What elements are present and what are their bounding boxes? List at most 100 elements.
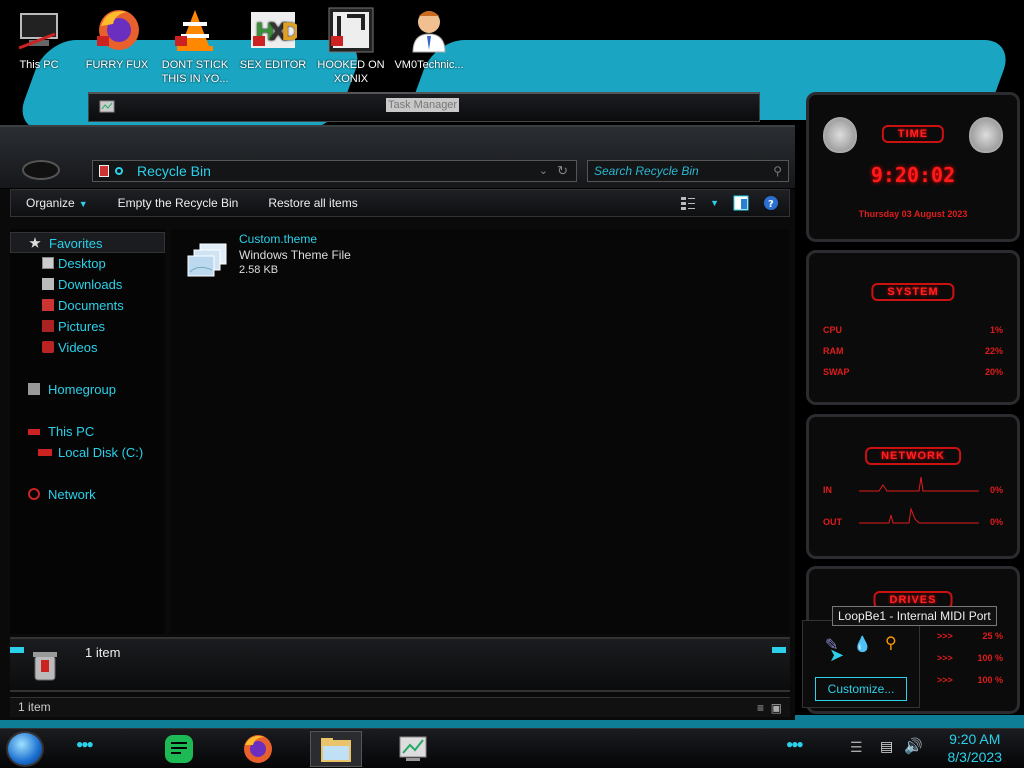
navigation-pane: Favorites Desktop Downloads Documents Pi… bbox=[10, 229, 165, 634]
taskbar: ●●● ●●● ☰ ▤ 🔊 9:20 AM 8/3/2023 bbox=[0, 728, 1024, 768]
nav-pictures[interactable]: Pictures bbox=[10, 316, 165, 337]
nav-label: Homegroup bbox=[48, 382, 116, 397]
taskbar-spotify[interactable] bbox=[155, 731, 205, 767]
drive-row: >>> 100 % bbox=[937, 675, 1003, 685]
nav-label: Local Disk (C:) bbox=[58, 445, 144, 460]
status-bar: 1 item ≡ ▣ bbox=[10, 697, 790, 717]
organize-button[interactable]: Organize ▼ bbox=[11, 189, 103, 217]
network-in-graph bbox=[859, 476, 979, 492]
nav-label: Downloads bbox=[58, 277, 123, 292]
desktop-icon-label: FURRY FUX bbox=[85, 59, 149, 71]
metric-value: 0% bbox=[989, 517, 1003, 527]
file-size: 2.58 KB bbox=[239, 264, 279, 276]
volume-icon[interactable]: 🔊 bbox=[904, 737, 923, 755]
file-item[interactable]: Custom.theme Windows Theme File 2.58 KB bbox=[186, 232, 386, 282]
desktop-icon-vm0[interactable]: VM0Technic... bbox=[390, 6, 468, 72]
nav-desktop[interactable]: Desktop bbox=[10, 253, 165, 274]
desktop-icon-vlc[interactable]: DONT STICK THIS IN YO... bbox=[156, 6, 234, 86]
taskbar-file-explorer[interactable] bbox=[310, 731, 362, 767]
nav-label: Desktop bbox=[58, 256, 106, 271]
time-gadget-title: TIME bbox=[881, 125, 945, 143]
nav-homegroup[interactable]: Homegroup bbox=[10, 379, 165, 400]
empty-recycle-bin-button[interactable]: Empty the Recycle Bin bbox=[103, 189, 254, 217]
metric-label: OUT bbox=[823, 517, 842, 527]
refresh-icon[interactable]: ↻ bbox=[557, 163, 568, 179]
desktop-icon-firefox[interactable]: FURRY FUX bbox=[78, 6, 156, 72]
metric-label: RAM bbox=[823, 346, 844, 356]
nav-back-button[interactable] bbox=[22, 160, 60, 180]
view-options-icon[interactable] bbox=[680, 195, 696, 211]
nav-downloads[interactable]: Downloads bbox=[10, 274, 165, 295]
drive-value: 25 % bbox=[982, 631, 1003, 641]
details-view-icon[interactable]: ≡ bbox=[757, 701, 764, 715]
file-type: Windows Theme File bbox=[239, 248, 351, 262]
nav-documents[interactable]: Documents bbox=[10, 295, 165, 316]
preview-pane-icon[interactable] bbox=[733, 195, 749, 211]
taskbar-clock[interactable]: 9:20 AM 8/3/2023 bbox=[948, 730, 1003, 766]
metric-label: SWAP bbox=[823, 367, 850, 377]
chevron-down-icon[interactable]: ⌄ bbox=[539, 164, 548, 177]
nav-videos[interactable]: Videos bbox=[10, 337, 165, 358]
start-button[interactable] bbox=[6, 731, 44, 767]
drive-arrows: >>> bbox=[937, 675, 953, 685]
help-icon[interactable]: ? bbox=[763, 195, 779, 211]
file-list: Custom.theme Windows Theme File 2.58 KB bbox=[170, 229, 790, 634]
metric-value: 22% bbox=[984, 346, 1003, 356]
alien-head-icon bbox=[969, 117, 1003, 153]
nav-network[interactable]: Network bbox=[10, 484, 165, 505]
network-icon bbox=[28, 488, 40, 500]
taskbar-decoration: ●●● bbox=[76, 737, 94, 751]
time-gadget[interactable]: TIME 9:20:02 Thursday 03 August 2023 bbox=[806, 92, 1020, 242]
metric-value: 0% bbox=[989, 485, 1003, 495]
nav-label: Videos bbox=[58, 340, 98, 355]
desktop-icon-label: This PC bbox=[19, 59, 59, 71]
metric-value: 20% bbox=[984, 367, 1003, 377]
vlc-icon bbox=[171, 6, 219, 54]
network-out-graph bbox=[859, 507, 979, 524]
desktop-icon-hxd[interactable]: HXD SEX EDITOR bbox=[234, 6, 312, 72]
taskbar-decoration: ●●● bbox=[786, 737, 804, 751]
address-bar[interactable]: Recycle Bin ⌄ ↻ bbox=[92, 160, 577, 182]
desktop-icon-xonix[interactable]: HOOKED ON XONIX bbox=[312, 6, 390, 86]
network-status-icon[interactable]: ▤ bbox=[880, 738, 893, 755]
taskbar-task-manager[interactable] bbox=[388, 731, 438, 767]
clock-date: 8/3/2023 bbox=[947, 749, 1003, 765]
nav-this-pc[interactable]: This PC bbox=[10, 421, 165, 442]
customize-button[interactable]: Customize... bbox=[815, 677, 907, 701]
droplet-icon[interactable]: 💧 bbox=[853, 635, 872, 653]
drive-row: >>> 25 % bbox=[937, 631, 1003, 641]
downloads-icon bbox=[42, 278, 54, 290]
nav-local-disk[interactable]: Local Disk (C:) bbox=[10, 442, 165, 463]
search-icon[interactable]: ⚲ bbox=[773, 164, 782, 178]
documents-icon bbox=[42, 299, 54, 311]
system-row-swap: SWAP 20% bbox=[823, 367, 1003, 377]
search-icon[interactable]: ⚲ bbox=[885, 633, 897, 653]
network-gadget[interactable]: NETWORK IN 0% OUT 0% bbox=[806, 414, 1020, 559]
system-row-ram: RAM 22% bbox=[823, 346, 1003, 356]
details-pane: 1 item bbox=[10, 637, 790, 692]
svg-text:?: ? bbox=[768, 199, 774, 210]
action-center-icon[interactable]: ☰ bbox=[850, 739, 863, 756]
chevron-down-icon[interactable]: ▼ bbox=[710, 198, 719, 208]
drive-icon bbox=[38, 449, 52, 456]
drive-value: 100 % bbox=[977, 675, 1003, 685]
window-frame: Recycle Bin ⌄ ↻ Search Recycle Bin ⚲ bbox=[0, 127, 795, 189]
gadget-date: Thursday 03 August 2023 bbox=[858, 209, 968, 219]
location-dot-icon bbox=[115, 167, 123, 175]
recycle-bin-icon bbox=[33, 652, 57, 681]
address-text: Recycle Bin bbox=[137, 163, 211, 179]
system-row-cpu: CPU 1% bbox=[823, 325, 1003, 335]
nav-favorites[interactable]: Favorites bbox=[10, 232, 165, 253]
explorer-window[interactable]: Recycle Bin ⌄ ↻ Search Recycle Bin ⚲ Org… bbox=[0, 125, 795, 720]
system-gadget[interactable]: SYSTEM CPU 1% RAM 22% SWAP 20% bbox=[806, 250, 1020, 405]
homegroup-icon bbox=[28, 383, 40, 395]
file-name: Custom.theme bbox=[239, 232, 318, 246]
desktop-icon-this-pc[interactable]: This PC bbox=[0, 6, 78, 72]
metric-label: IN bbox=[823, 485, 832, 495]
search-input[interactable]: Search Recycle Bin ⚲ bbox=[587, 160, 789, 182]
desktop-icon-label: VM0Technic... bbox=[394, 59, 464, 71]
desktop-icon-label: HOOKED ON XONIX bbox=[317, 59, 385, 85]
taskbar-firefox[interactable] bbox=[233, 731, 283, 767]
restore-all-button[interactable]: Restore all items bbox=[253, 189, 372, 217]
large-icons-view-icon[interactable]: ▣ bbox=[771, 701, 782, 715]
